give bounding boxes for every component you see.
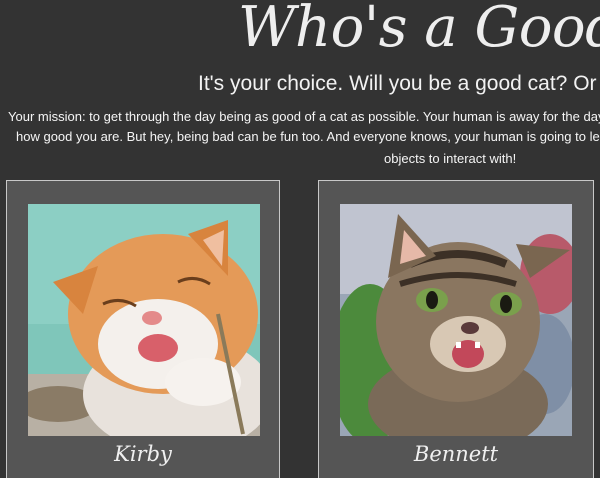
cat-photo-bennett[interactable]	[340, 204, 572, 436]
mission-line: how good you are. But hey, being bad can…	[16, 129, 600, 144]
mission-line: Your mission: to get through the day bei…	[8, 109, 600, 124]
kirby-cat-image	[28, 204, 260, 436]
cat-photo-kirby[interactable]	[28, 204, 260, 436]
bennett-cat-image	[340, 204, 572, 436]
page-title: Who's a Good Cat?	[238, 0, 600, 60]
mission-line: objects to interact with!	[384, 151, 517, 166]
cat-name-kirby: Kirby	[114, 442, 172, 466]
game-page: Who's a Good Cat? It's your choice. Will…	[0, 0, 600, 478]
cat-card-bennett[interactable]: Bennett	[318, 180, 594, 478]
cat-card-kirby[interactable]: Kirby	[6, 180, 280, 478]
page-subtitle: It's your choice. Will you be a good cat…	[198, 72, 600, 95]
mission-text: Your mission: to get through the day bei…	[0, 106, 600, 172]
cat-name-bennett: Bennett	[413, 442, 499, 466]
